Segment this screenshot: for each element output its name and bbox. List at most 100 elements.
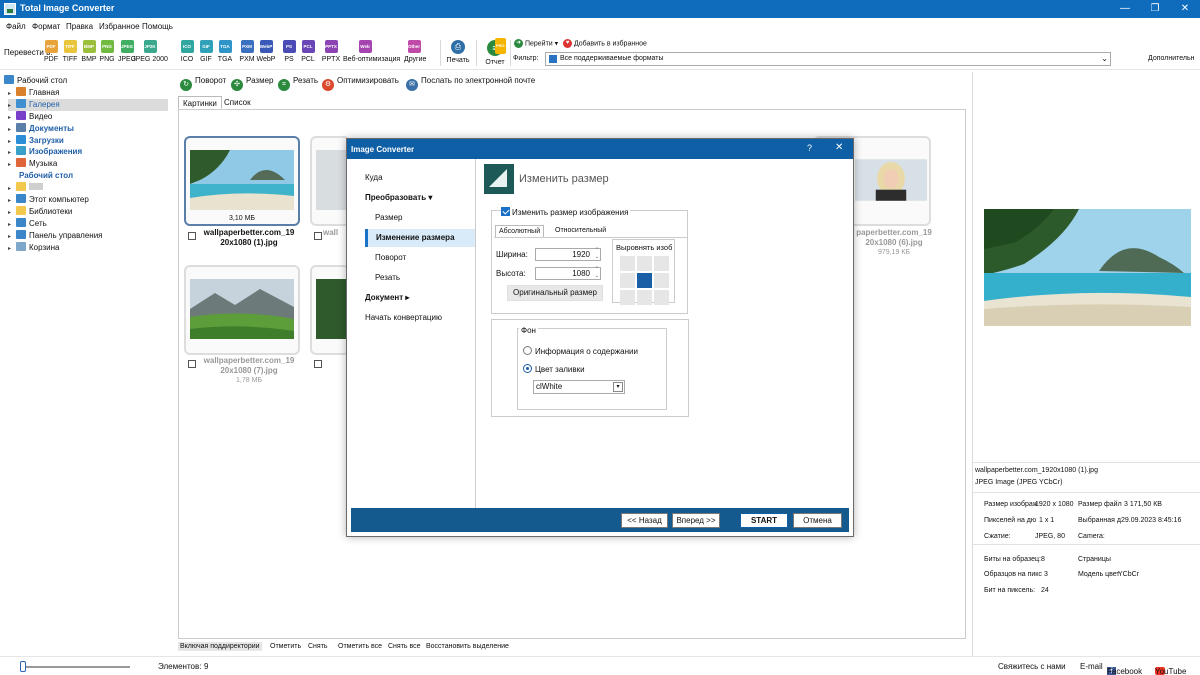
expand-arrow-icon[interactable]: ▸ [8, 102, 16, 109]
start-button[interactable]: START [740, 513, 788, 528]
minimize-button[interactable]: — [1110, 0, 1140, 18]
menu-format[interactable]: Формат [32, 22, 60, 31]
align-center-cell[interactable] [637, 273, 652, 288]
convert-to-pxm-button[interactable]: PXM PXM [237, 40, 257, 63]
thumbnail-checkbox[interactable] [314, 232, 322, 240]
convert-to-png-button[interactable]: PNG PNG [97, 40, 117, 63]
tree-item[interactable]: ▸ Главная [8, 86, 168, 99]
convert-to-pcl-button[interactable]: PCL PCL [298, 40, 318, 63]
expand-arrow-icon[interactable]: ▸ [8, 138, 16, 145]
maximize-button[interactable]: ❐ [1140, 0, 1170, 18]
tab-pictures[interactable]: Картинки [178, 96, 222, 109]
dialog-close-button[interactable]: ✕ [835, 142, 843, 153]
image-tool-button[interactable]: ⚙ Оптимизировать [322, 76, 399, 91]
close-window-button[interactable]: ✕ [1170, 0, 1200, 18]
unmark-all-button[interactable]: Снять все [386, 642, 423, 651]
dialog-nav-item[interactable]: Изменение размера [365, 229, 475, 247]
advanced-button[interactable]: Дополнительн [1148, 55, 1195, 62]
tree-item[interactable]: ▸ Панель управления [8, 229, 168, 242]
dialog-nav-item[interactable]: Поворот [351, 249, 475, 267]
tab-absolute[interactable]: Абсолютный [495, 225, 545, 237]
filter-select[interactable]: Все поддерживаемые форматы ⌄ [545, 52, 1111, 66]
align-bottom-right-cell[interactable] [654, 290, 669, 305]
unmark-button[interactable]: Снять [306, 642, 330, 651]
tree-item[interactable]: ▸ Изображения [8, 146, 168, 158]
tree-item[interactable]: ▸ Загрузки [8, 134, 168, 147]
thumbnail-card[interactable]: 3,10 МБ [184, 136, 300, 226]
thumbnail-checkbox[interactable] [314, 360, 322, 368]
height-input[interactable]: 1080 [535, 266, 601, 280]
expand-arrow-icon[interactable]: ▸ [8, 245, 16, 252]
dialog-nav-item[interactable]: Начать конвертацию [351, 309, 475, 327]
tree-item[interactable]: ▸ Этот компьютер [8, 194, 168, 206]
restore-selection-button[interactable]: Восстановить выделение [424, 642, 511, 651]
expand-arrow-icon[interactable]: ▸ [8, 185, 16, 192]
dialog-nav-item[interactable]: Резать [351, 269, 475, 287]
convert-to-ico-button[interactable]: ICO ICO [177, 40, 197, 63]
width-input[interactable]: 1920 [535, 247, 601, 261]
image-tool-button[interactable]: ↻ Поворот [180, 76, 226, 91]
dialog-nav-item[interactable]: Размер [351, 209, 475, 227]
fill-color-select[interactable]: clWhite ▾ [533, 380, 625, 394]
image-tool-button[interactable]: ✣ Размер [231, 76, 274, 91]
align-top-left-cell[interactable] [620, 256, 635, 271]
convert-to-pdf-button[interactable]: PDF PDF [41, 40, 61, 63]
expand-arrow-icon[interactable]: ▸ [8, 161, 16, 168]
convert-to-другие-button[interactable]: Other Другие [404, 40, 426, 63]
convert-to-jpeg-2000-button[interactable]: JP2K JPEG 2000 [128, 40, 172, 63]
convert-to-bmp-button[interactable]: BMP BMP [79, 40, 99, 63]
cancel-button[interactable]: Отмена [793, 513, 842, 528]
menu-favorites[interactable]: Избранное [99, 22, 140, 31]
tree-item[interactable]: Рабочий стол [8, 170, 168, 182]
expand-arrow-icon[interactable]: ▸ [8, 197, 16, 204]
original-size-button[interactable]: Оригинальный размер [507, 285, 603, 301]
convert-to-webp-button[interactable]: WebP WebP [256, 40, 276, 63]
expand-arrow-icon[interactable]: ▸ [8, 126, 16, 133]
radio-content-info[interactable]: Информация о содержании [523, 346, 638, 356]
menu-edit[interactable]: Правка [66, 22, 93, 31]
dialog-nav-item[interactable]: Преобразовать ▾ [351, 189, 475, 207]
thumbnail-card[interactable] [310, 265, 350, 355]
align-bottom-cell[interactable] [637, 290, 652, 305]
expand-arrow-icon[interactable]: ▸ [8, 221, 16, 228]
convert-to-ps-button[interactable]: PS PS [279, 40, 299, 63]
align-bottom-left-cell[interactable] [620, 290, 635, 305]
add-favorite-button[interactable]: ♥ Добавить в избранное [563, 39, 647, 48]
menu-help[interactable]: Помощь [142, 22, 173, 31]
goto-button[interactable]: ➜ Перейти ▾ [514, 39, 558, 48]
tree-item[interactable]: ▸ Документы [8, 122, 168, 135]
expand-arrow-icon[interactable]: ▸ [8, 149, 16, 156]
align-top-cell[interactable] [637, 256, 652, 271]
print-button[interactable]: ⎙ Печать [443, 40, 473, 64]
zoom-slider-handle[interactable] [20, 661, 26, 672]
thumbnail-card[interactable] [184, 265, 300, 355]
expand-arrow-icon[interactable]: ▸ [8, 209, 16, 216]
tree-item[interactable]: ▸ Музыка [8, 158, 168, 170]
radio-fill-color[interactable]: Цвет заливки [523, 364, 585, 374]
back-button[interactable]: << Назад [621, 513, 668, 528]
tab-relative[interactable]: Относительный [552, 225, 609, 237]
convert-to-gif-button[interactable]: GIF GIF [196, 40, 216, 63]
tree-item[interactable]: ▸ Корзина [8, 241, 168, 254]
resize-image-checkbox[interactable]: Изменить размер изображения [501, 207, 631, 217]
report-button[interactable]: ≡PRO Отчет [480, 38, 510, 66]
include-subdirs-button[interactable]: Включая поддиректории [178, 642, 262, 651]
dialog-help-button[interactable]: ? [807, 143, 812, 153]
next-button[interactable]: Вперед >> [672, 513, 720, 528]
align-top-right-cell[interactable] [654, 256, 669, 271]
tree-item[interactable]: Рабочий стол [4, 75, 168, 87]
convert-to-pptx-button[interactable]: PPTX PPTX [321, 40, 341, 63]
image-tool-button[interactable]: ✉ Послать по электронной почте [406, 76, 535, 91]
convert-to-веб-оптимизация-button[interactable]: Web Веб-оптимизация [343, 40, 400, 63]
tree-item[interactable]: ▸ Видео [8, 110, 168, 123]
zoom-slider-track[interactable] [22, 666, 130, 668]
dialog-nav-item[interactable]: Документ ▸ [351, 289, 475, 307]
align-left-cell[interactable] [620, 273, 635, 288]
image-tool-button[interactable]: ⌗ Резать [278, 76, 318, 91]
tab-list[interactable]: Список [220, 96, 255, 109]
convert-to-tga-button[interactable]: TGA TGA [215, 40, 235, 63]
expand-arrow-icon[interactable]: ▸ [8, 233, 16, 240]
expand-arrow-icon[interactable]: ▸ [8, 114, 16, 121]
mark-button[interactable]: Отметить [268, 642, 303, 651]
dialog-nav-item[interactable]: Куда [351, 169, 475, 187]
